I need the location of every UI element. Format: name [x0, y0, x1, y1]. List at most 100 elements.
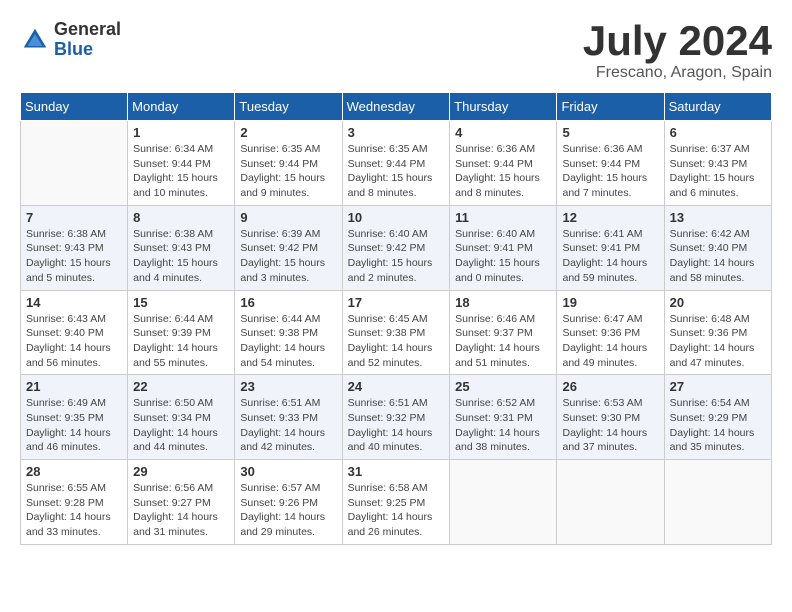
day-info: Sunrise: 6:58 AM Sunset: 9:25 PM Dayligh… — [348, 481, 445, 540]
table-row: 11 Sunrise: 6:40 AM Sunset: 9:41 PM Dayli… — [450, 205, 557, 290]
day-info: Sunrise: 6:48 AM Sunset: 9:36 PM Dayligh… — [670, 312, 766, 371]
day-number: 7 — [26, 210, 122, 225]
day-number: 2 — [240, 125, 336, 140]
day-info: Sunrise: 6:35 AM Sunset: 9:44 PM Dayligh… — [348, 142, 445, 201]
calendar-table: Sunday Monday Tuesday Wednesday Thursday… — [20, 92, 772, 545]
calendar-week-row: 1Sunrise: 6:34 AM Sunset: 9:44 PM Daylig… — [21, 121, 772, 206]
day-info: Sunrise: 6:40 AM Sunset: 9:41 PM Dayligh… — [455, 227, 551, 286]
table-row: 14 Sunrise: 6:43 AM Sunset: 9:40 PM Dayli… — [21, 290, 128, 375]
day-info: Sunrise: 6:38 AM Sunset: 9:43 PM Dayligh… — [26, 227, 122, 286]
day-number: 31 — [348, 464, 445, 479]
table-row: 17 Sunrise: 6:45 AM Sunset: 9:38 PM Dayli… — [342, 290, 450, 375]
day-number: 24 — [348, 379, 445, 394]
logo-general: General — [54, 20, 121, 40]
calendar-week-row: 7 Sunrise: 6:38 AM Sunset: 9:43 PM Daylig… — [21, 205, 772, 290]
table-row: 7 Sunrise: 6:38 AM Sunset: 9:43 PM Daylig… — [21, 205, 128, 290]
day-info: Sunrise: 6:37 AM Sunset: 9:43 PM Dayligh… — [670, 142, 766, 201]
table-row: 4 Sunrise: 6:36 AM Sunset: 9:44 PM Daylig… — [450, 121, 557, 206]
col-saturday: Saturday — [664, 93, 771, 121]
col-friday: Friday — [557, 93, 664, 121]
day-info: Sunrise: 6:44 AM Sunset: 9:38 PM Dayligh… — [240, 312, 336, 371]
table-row: 22 Sunrise: 6:50 AM Sunset: 9:34 PM Dayli… — [128, 375, 235, 460]
day-number: 15 — [133, 295, 229, 310]
logo-text: General Blue — [54, 20, 121, 60]
day-info: Sunrise: 6:40 AM Sunset: 9:42 PM Dayligh… — [348, 227, 445, 286]
day-number: 20 — [670, 295, 766, 310]
table-row: 27 Sunrise: 6:54 AM Sunset: 9:29 PM Dayli… — [664, 375, 771, 460]
day-info: Sunrise: 6:45 AM Sunset: 9:38 PM Dayligh… — [348, 312, 445, 371]
logo-icon — [20, 25, 50, 55]
title-area: July 2024 Frescano, Aragon, Spain — [583, 20, 772, 82]
day-info: Sunrise: 6:43 AM Sunset: 9:40 PM Dayligh… — [26, 312, 122, 371]
calendar-week-row: 14 Sunrise: 6:43 AM Sunset: 9:40 PM Dayli… — [21, 290, 772, 375]
day-info: Sunrise: 6:39 AM Sunset: 9:42 PM Dayligh… — [240, 227, 336, 286]
table-row: 8 Sunrise: 6:38 AM Sunset: 9:43 PM Daylig… — [128, 205, 235, 290]
day-number: 18 — [455, 295, 551, 310]
table-row: 10 Sunrise: 6:40 AM Sunset: 9:42 PM Dayli… — [342, 205, 450, 290]
day-number: 14 — [26, 295, 122, 310]
table-row: 13 Sunrise: 6:42 AM Sunset: 9:40 PM Dayli… — [664, 205, 771, 290]
day-info: Sunrise: 6:52 AM Sunset: 9:31 PM Dayligh… — [455, 396, 551, 455]
day-info: Sunrise: 6:36 AM Sunset: 9:44 PM Dayligh… — [455, 142, 551, 201]
table-row: 2 Sunrise: 6:35 AM Sunset: 9:44 PM Daylig… — [235, 121, 342, 206]
day-number: 4 — [455, 125, 551, 140]
table-row: 29 Sunrise: 6:56 AM Sunset: 9:27 PM Dayli… — [128, 460, 235, 545]
day-info: Sunrise: 6:47 AM Sunset: 9:36 PM Dayligh… — [562, 312, 658, 371]
day-number: 6 — [670, 125, 766, 140]
day-number: 1 — [133, 125, 229, 140]
table-row: 18 Sunrise: 6:46 AM Sunset: 9:37 PM Dayli… — [450, 290, 557, 375]
day-info: Sunrise: 6:57 AM Sunset: 9:26 PM Dayligh… — [240, 481, 336, 540]
day-number: 11 — [455, 210, 551, 225]
day-info: Sunrise: 6:46 AM Sunset: 9:37 PM Dayligh… — [455, 312, 551, 371]
day-info: Sunrise: 6:54 AM Sunset: 9:29 PM Dayligh… — [670, 396, 766, 455]
day-number: 12 — [562, 210, 658, 225]
table-row: 16Sunrise: 6:44 AM Sunset: 9:38 PM Dayli… — [235, 290, 342, 375]
day-info: Sunrise: 6:38 AM Sunset: 9:43 PM Dayligh… — [133, 227, 229, 286]
day-info: Sunrise: 6:51 AM Sunset: 9:32 PM Dayligh… — [348, 396, 445, 455]
day-number: 26 — [562, 379, 658, 394]
day-number: 8 — [133, 210, 229, 225]
day-info: Sunrise: 6:51 AM Sunset: 9:33 PM Dayligh… — [240, 396, 336, 455]
day-number: 9 — [240, 210, 336, 225]
day-number: 22 — [133, 379, 229, 394]
day-info: Sunrise: 6:44 AM Sunset: 9:39 PM Dayligh… — [133, 312, 229, 371]
table-row: 26Sunrise: 6:53 AM Sunset: 9:30 PM Dayli… — [557, 375, 664, 460]
day-number: 19 — [562, 295, 658, 310]
table-row: 9 Sunrise: 6:39 AM Sunset: 9:42 PM Daylig… — [235, 205, 342, 290]
day-number: 5 — [562, 125, 658, 140]
day-info: Sunrise: 6:42 AM Sunset: 9:40 PM Dayligh… — [670, 227, 766, 286]
col-sunday: Sunday — [21, 93, 128, 121]
page-header: General Blue July 2024 Frescano, Aragon,… — [20, 20, 772, 82]
logo-blue: Blue — [54, 40, 121, 60]
day-number: 10 — [348, 210, 445, 225]
day-number: 17 — [348, 295, 445, 310]
table-row: 1Sunrise: 6:34 AM Sunset: 9:44 PM Daylig… — [128, 121, 235, 206]
day-number: 21 — [26, 379, 122, 394]
table-row: 12 Sunrise: 6:41 AM Sunset: 9:41 PM Dayli… — [557, 205, 664, 290]
day-info: Sunrise: 6:56 AM Sunset: 9:27 PM Dayligh… — [133, 481, 229, 540]
day-info: Sunrise: 6:49 AM Sunset: 9:35 PM Dayligh… — [26, 396, 122, 455]
day-info: Sunrise: 6:50 AM Sunset: 9:34 PM Dayligh… — [133, 396, 229, 455]
day-number: 30 — [240, 464, 336, 479]
table-row: 21 Sunrise: 6:49 AM Sunset: 9:35 PM Dayli… — [21, 375, 128, 460]
col-thursday: Thursday — [450, 93, 557, 121]
calendar-week-row: 21 Sunrise: 6:49 AM Sunset: 9:35 PM Dayli… — [21, 375, 772, 460]
calendar-week-row: 28Sunrise: 6:55 AM Sunset: 9:28 PM Dayli… — [21, 460, 772, 545]
table-row: 19 Sunrise: 6:47 AM Sunset: 9:36 PM Dayli… — [557, 290, 664, 375]
col-tuesday: Tuesday — [235, 93, 342, 121]
table-row: 5 Sunrise: 6:36 AM Sunset: 9:44 PM Daylig… — [557, 121, 664, 206]
table-row: 30 Sunrise: 6:57 AM Sunset: 9:26 PM Dayli… — [235, 460, 342, 545]
col-monday: Monday — [128, 93, 235, 121]
day-number: 29 — [133, 464, 229, 479]
day-number: 27 — [670, 379, 766, 394]
day-info: Sunrise: 6:35 AM Sunset: 9:44 PM Dayligh… — [240, 142, 336, 201]
col-wednesday: Wednesday — [342, 93, 450, 121]
table-row: 6 Sunrise: 6:37 AM Sunset: 9:43 PM Daylig… — [664, 121, 771, 206]
day-number: 13 — [670, 210, 766, 225]
table-row: 31 Sunrise: 6:58 AM Sunset: 9:25 PM Dayli… — [342, 460, 450, 545]
day-info: Sunrise: 6:36 AM Sunset: 9:44 PM Dayligh… — [562, 142, 658, 201]
table-row: 20 Sunrise: 6:48 AM Sunset: 9:36 PM Dayli… — [664, 290, 771, 375]
table-row — [664, 460, 771, 545]
day-number: 3 — [348, 125, 445, 140]
day-info: Sunrise: 6:41 AM Sunset: 9:41 PM Dayligh… — [562, 227, 658, 286]
